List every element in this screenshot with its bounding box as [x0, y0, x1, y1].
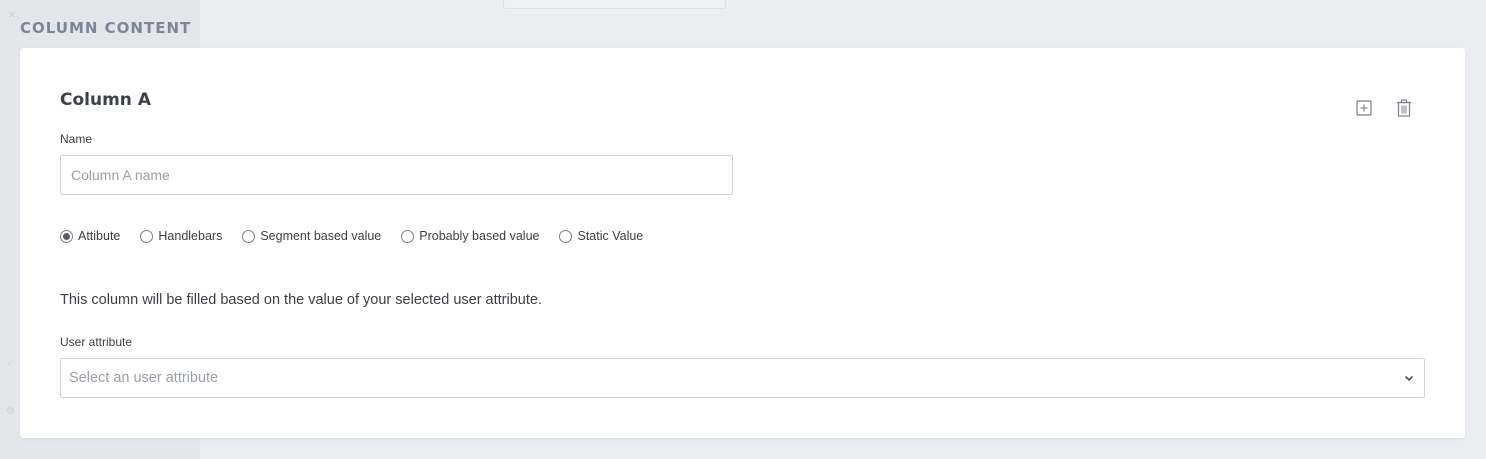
section-title: COLUMN CONTENT [20, 19, 192, 37]
radio-label: Static Value [577, 229, 644, 243]
top-tab-edge [503, 0, 726, 9]
user-attribute-placeholder: Select an user attribute [69, 370, 219, 386]
gear-icon: ⚙ [6, 406, 15, 417]
content-type-radio-group: Attibute Handlebars Segment based value … [60, 229, 643, 243]
column-name-input[interactable] [60, 155, 733, 195]
radio-label: Probably based value [419, 229, 540, 243]
column-card: Column A Name Column A name Attibute Han… [20, 48, 1465, 438]
content-type-description: This column will be filled based on the … [60, 292, 542, 308]
radio-unchecked-icon [140, 229, 154, 243]
radio-unchecked-icon [401, 229, 415, 243]
radio-checked-icon [60, 229, 73, 243]
column-title: Column A [60, 90, 151, 110]
user-attribute-label: User attribute [60, 335, 133, 349]
chevron-down-icon [1404, 373, 1414, 383]
radio-static-value[interactable]: Static Value [559, 229, 643, 243]
curve-icon: ◜ [8, 360, 12, 371]
plus-square-icon[interactable] [1355, 99, 1373, 117]
radio-label: Segment based value [260, 229, 382, 243]
radio-attribute[interactable]: Attibute [60, 229, 120, 243]
name-label: Name [60, 132, 93, 146]
page-root: ✕ ◜ ⚙ COLUMN CONTENT Column A Name Colum… [0, 0, 1486, 459]
radio-handlebars[interactable]: Handlebars [140, 229, 222, 243]
radio-unchecked-icon [559, 229, 573, 243]
radio-probably-based-value[interactable]: Probably based value [401, 229, 539, 243]
user-attribute-select[interactable]: Select an user attribute [60, 358, 1425, 398]
radio-label: Attibute [78, 229, 121, 243]
card-actions [1355, 99, 1413, 117]
radio-label: Handlebars [158, 229, 223, 243]
close-icon: ✕ [8, 10, 17, 21]
radio-segment-based-value[interactable]: Segment based value [242, 229, 381, 243]
trash-icon[interactable] [1395, 99, 1413, 117]
radio-unchecked-icon [242, 229, 256, 243]
